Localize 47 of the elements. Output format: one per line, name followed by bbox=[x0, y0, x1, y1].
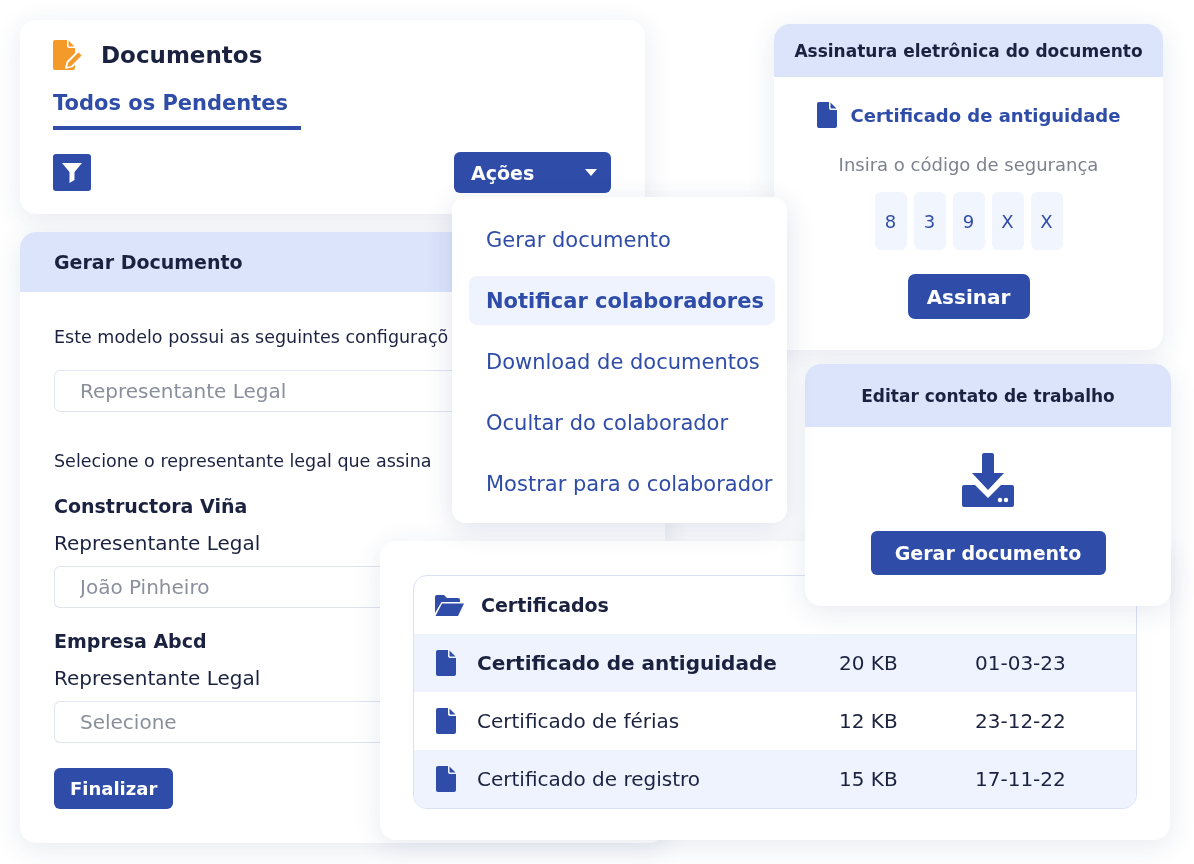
folder-name: Certificados bbox=[481, 594, 609, 616]
company-name: Empresa Abcd bbox=[54, 629, 207, 653]
document-name: Certificado de antiguidade bbox=[850, 104, 1121, 126]
file-row[interactable]: Certificado de férias 12 KB 23-12-22 bbox=[414, 692, 1136, 750]
code-digit-field[interactable]: 8 bbox=[874, 192, 907, 250]
representative-field[interactable]: Selecione bbox=[54, 701, 380, 743]
tab[interactable]: Todos os Pendentes bbox=[53, 90, 302, 130]
file-row[interactable]: Certificado de registro 15 KB 17-11-22 bbox=[414, 750, 1136, 808]
code-digit-field[interactable]: 9 bbox=[952, 192, 985, 250]
file-name: Certificado de antiguidade bbox=[477, 651, 778, 675]
finalize-button[interactable]: Finalizar bbox=[54, 768, 174, 809]
intro-text: Este modelo possui as seguintes configuraçõ bbox=[54, 327, 449, 347]
code-prompt: Insira o código de segurança bbox=[838, 154, 1099, 176]
generate-document-button[interactable]: Gerar documento bbox=[870, 531, 1106, 575]
filter-button[interactable] bbox=[53, 154, 91, 191]
folder-icon bbox=[435, 594, 464, 616]
company-name: Constructora Viña bbox=[54, 494, 248, 518]
file-icon bbox=[816, 102, 837, 128]
file-name: Certificado de registro bbox=[477, 767, 701, 791]
file-date: 17-11-22 bbox=[975, 767, 1067, 791]
code-digit-field[interactable]: X bbox=[1030, 192, 1063, 250]
field-label: Representante Legal bbox=[54, 531, 261, 555]
instruction-text: Selecione o representante legal que assina bbox=[54, 451, 432, 471]
card-title: Assinatura eletrônica do documento bbox=[774, 24, 1163, 77]
file-icon bbox=[436, 766, 456, 792]
field-label: Representante Legal bbox=[54, 666, 261, 690]
file-size: 15 KB bbox=[839, 767, 899, 791]
sign-button[interactable]: Assinar bbox=[907, 274, 1030, 319]
file-date: 23-12-22 bbox=[975, 709, 1067, 733]
menu-item[interactable]: Notificar colaboradores bbox=[469, 276, 775, 325]
code-digit-field[interactable]: X bbox=[991, 192, 1024, 250]
file-row[interactable]: Certificado de antiguidade 20 KB 01-03-23 bbox=[414, 634, 1136, 692]
page-title: Documentos bbox=[101, 41, 263, 70]
document-pencil-icon bbox=[53, 40, 85, 70]
file-date: 01-03-23 bbox=[975, 651, 1067, 675]
file-size: 20 KB bbox=[839, 651, 899, 675]
menu-item[interactable]: Mostrar para o colaborador bbox=[469, 459, 775, 508]
filter-icon bbox=[62, 162, 82, 183]
caret-down-icon bbox=[585, 169, 597, 176]
download-icon bbox=[962, 453, 1014, 507]
actions-dropdown-button[interactable]: Ações bbox=[454, 152, 611, 193]
file-icon bbox=[436, 650, 456, 676]
code-digit-field[interactable]: 3 bbox=[913, 192, 946, 250]
card-title: Editar contato de trabalho bbox=[805, 364, 1171, 427]
file-name: Certificado de férias bbox=[477, 709, 681, 733]
file-icon bbox=[436, 708, 456, 734]
file-size: 12 KB bbox=[839, 709, 899, 733]
